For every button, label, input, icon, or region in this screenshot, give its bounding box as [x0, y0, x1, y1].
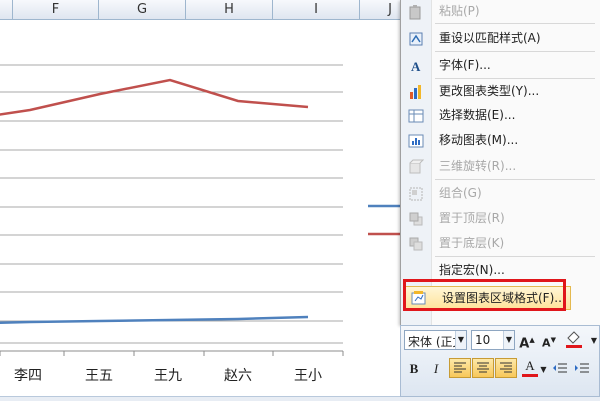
- align-center-button[interactable]: [472, 358, 494, 378]
- menu-separator: [435, 256, 595, 257]
- column-header-G[interactable]: G: [99, 0, 186, 19]
- menu-separator: [435, 23, 595, 24]
- grow-font-icon: A: [519, 336, 530, 352]
- menu-separator: [435, 78, 595, 79]
- align-right-icon: [500, 362, 512, 373]
- decrease-indent-icon: [553, 363, 567, 373]
- menu-separator: [435, 51, 595, 52]
- menu-item-label: 字体(F)...: [439, 58, 491, 72]
- chart-type-icon: [410, 85, 421, 99]
- bold-button[interactable]: B: [405, 359, 423, 379]
- column-header-I[interactable]: I: [273, 0, 360, 19]
- menu-item-send-to-back[interactable]: 置于底层(K): [401, 232, 600, 255]
- line-chart[interactable]: 李四 王五 王九 赵六 王小: [0, 20, 400, 398]
- category-label: 王五: [85, 368, 113, 384]
- menu-item-move-chart[interactable]: 移动图表(M)...: [401, 129, 600, 152]
- menu-item-paste[interactable]: 粘贴(P): [401, 0, 600, 23]
- shrink-font-icon: A: [542, 336, 551, 350]
- paste-icon: [409, 5, 421, 20]
- menu-item-group[interactable]: 组合(G): [401, 182, 600, 205]
- menu-item-label: 重设以匹配样式(A): [439, 31, 541, 45]
- menu-item-label: 组合(G): [439, 186, 482, 200]
- 3d-rotate-icon: [409, 159, 424, 174]
- align-center-icon: [477, 362, 489, 373]
- align-right-button[interactable]: [495, 358, 517, 378]
- series-lines: [0, 78, 309, 325]
- send-back-icon: [409, 237, 423, 251]
- menu-item-font[interactable]: A 字体(F)...: [401, 54, 600, 77]
- italic-button[interactable]: I: [427, 359, 445, 379]
- align-left-icon: [454, 362, 466, 373]
- menu-item-label: 更改图表类型(Y)...: [439, 84, 540, 98]
- gridlines: [0, 64, 344, 356]
- column-header-E[interactable]: [0, 0, 13, 19]
- category-labels: 李四 王五 王九 赵六 王小: [14, 368, 322, 384]
- category-label: 王九: [154, 368, 182, 384]
- font-size-dropdown[interactable]: 10 ▼: [471, 330, 515, 350]
- category-label: 赵六: [224, 368, 252, 384]
- move-chart-icon: [408, 134, 424, 148]
- menu-item-label: 粘贴(P): [439, 4, 480, 18]
- bring-front-icon: [409, 212, 423, 226]
- font-color-swatch: [522, 374, 538, 377]
- column-header-F[interactable]: F: [13, 0, 99, 19]
- fill-color-button[interactable]: [563, 330, 585, 350]
- menu-item-label: 置于顶层(R): [439, 211, 505, 225]
- series-line-blue: [0, 315, 309, 325]
- increase-indent-icon: [575, 363, 589, 373]
- legend: [368, 204, 400, 236]
- grow-font-button[interactable]: A▲: [519, 330, 535, 352]
- shrink-font-button[interactable]: A▼: [541, 330, 557, 350]
- svg-text:A: A: [411, 59, 421, 74]
- menu-item-select-data[interactable]: 选择数据(E)...: [401, 104, 600, 127]
- reset-style-icon: [409, 32, 423, 46]
- font-color-dropdown[interactable]: ▼: [539, 359, 548, 379]
- font-color-button[interactable]: A: [521, 357, 539, 377]
- menu-item-label: 移动图表(M)...: [439, 133, 519, 147]
- menu-separator: [435, 179, 595, 180]
- group-icon: [409, 187, 423, 201]
- column-header-H[interactable]: H: [186, 0, 273, 19]
- font-size-value: 10: [475, 333, 491, 347]
- select-data-icon: [408, 109, 424, 123]
- context-menu: 粘贴(P) 重设以匹配样式(A) A 字体(F)... 更改图表类型(Y)...…: [400, 0, 600, 325]
- align-left-button[interactable]: [449, 358, 471, 378]
- menu-item-label: 三维旋转(R)...: [439, 159, 517, 173]
- menu-item-bring-to-front[interactable]: 置于顶层(R): [401, 207, 600, 230]
- highlight-annotation-box: [403, 279, 566, 311]
- font-color-icon: A: [525, 358, 535, 373]
- fill-color-dropdown[interactable]: ▼: [589, 330, 599, 350]
- menu-item-3d-rotation[interactable]: 三维旋转(R)...: [401, 155, 600, 178]
- category-label: 李四: [14, 368, 42, 384]
- menu-item-label: 选择数据(E)...: [439, 108, 516, 122]
- font-icon: A: [411, 59, 421, 74]
- menu-item-reset-style[interactable]: 重设以匹配样式(A): [401, 27, 600, 50]
- chevron-down-icon[interactable]: ▼: [503, 331, 514, 349]
- decrease-indent-button[interactable]: [551, 359, 569, 379]
- chevron-down-icon[interactable]: ▼: [455, 331, 466, 349]
- menu-item-change-chart-type[interactable]: 更改图表类型(Y)...: [401, 80, 600, 103]
- mini-toolbar: 宋体 (正文 ▼ 10 ▼ A▲ A▼ ▼ B I A ▼: [400, 325, 600, 397]
- paint-bucket-icon: [566, 331, 582, 348]
- increase-indent-button[interactable]: [573, 359, 591, 379]
- category-label: 王小: [294, 368, 322, 384]
- menu-item-label: 置于底层(K): [439, 236, 505, 250]
- font-name-dropdown[interactable]: 宋体 (正文 ▼: [404, 330, 467, 350]
- series-line-red: [0, 78, 309, 116]
